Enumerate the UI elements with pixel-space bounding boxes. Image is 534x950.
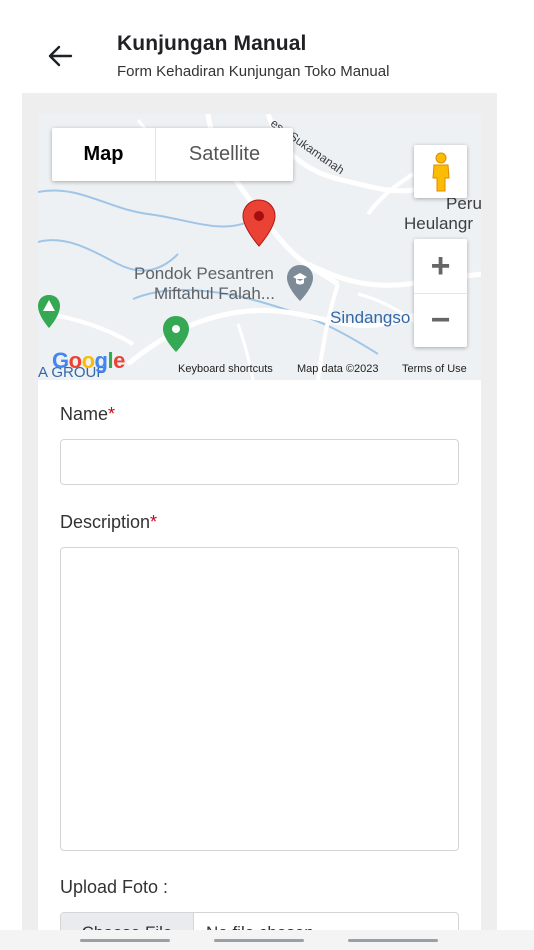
arrow-left-icon: [48, 45, 73, 67]
page-subtitle: Form Kehadiran Kunjungan Toko Manual: [117, 63, 390, 80]
name-label: Name*: [60, 404, 116, 424]
app-header: Kunjungan Manual Form Kehadiran Kunjunga…: [0, 0, 534, 93]
place-label-heulang: Heulangr: [404, 214, 473, 233]
nav-home-button[interactable]: [214, 939, 304, 942]
required-mark: *: [108, 404, 116, 424]
zoom-control: + −: [414, 239, 467, 347]
school-poi-icon[interactable]: [286, 264, 314, 302]
place-label-sindang: Sindangso: [330, 308, 411, 327]
terms-of-use-link[interactable]: Terms of Use: [402, 363, 467, 375]
zoom-out-button[interactable]: −: [414, 293, 467, 347]
map-type-map-button[interactable]: Map: [52, 128, 155, 181]
back-button[interactable]: [44, 40, 76, 72]
keyboard-shortcuts-link[interactable]: Keyboard shortcuts: [178, 363, 273, 375]
name-input[interactable]: [60, 439, 459, 485]
green-poi-icon[interactable]: [162, 315, 190, 353]
map-type-control: Map Satellite: [52, 128, 293, 181]
place-label-pondok-1: Pondok Pesantren: [134, 264, 274, 283]
pegman-icon: [431, 152, 450, 191]
map-view[interactable]: esa Sukamanah Peru Heulangr Pondok Pesan…: [38, 114, 481, 380]
nav-recents-button[interactable]: [80, 939, 170, 942]
description-textarea[interactable]: [60, 547, 459, 851]
form-card: esa Sukamanah Peru Heulangr Pondok Pesan…: [38, 114, 481, 950]
page-title: Kunjungan Manual: [117, 32, 307, 55]
location-pin-icon[interactable]: [241, 198, 277, 248]
map-type-satellite-button[interactable]: Satellite: [155, 128, 293, 181]
map-attribution: Keyboard shortcuts Map data ©2023 Terms …: [38, 358, 481, 380]
upload-foto-label: Upload Foto :: [60, 877, 169, 897]
description-label: Description*: [60, 512, 158, 532]
nav-back-button[interactable]: [348, 939, 438, 942]
required-mark: *: [150, 512, 158, 532]
zoom-in-button[interactable]: +: [414, 239, 467, 293]
street-view-button[interactable]: [414, 145, 467, 198]
map-data-text: Map data ©2023: [297, 363, 379, 375]
green-triangle-poi-icon[interactable]: [38, 294, 60, 330]
system-navigation-bar: [0, 930, 534, 950]
place-label-pondok-2: Miftahul Falah...: [154, 284, 275, 303]
